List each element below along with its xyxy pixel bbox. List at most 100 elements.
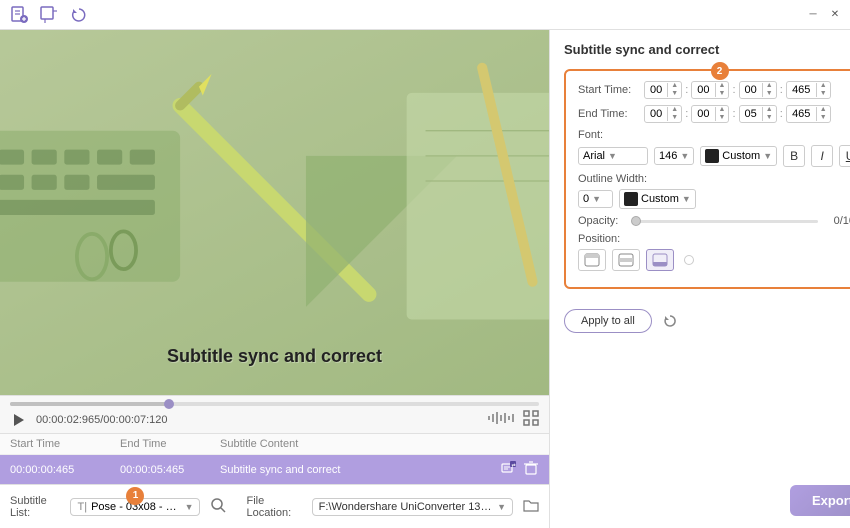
end-sec-arrows[interactable]: ▲ ▼	[763, 106, 776, 122]
close-button[interactable]: ✕	[828, 8, 842, 22]
file-location-label: File Location:	[246, 495, 301, 519]
font-size-select[interactable]: 146 ▼	[654, 147, 694, 165]
progress-track[interactable]	[10, 402, 539, 406]
up-arrow-icon[interactable]: ▲	[763, 106, 776, 114]
minimize-button[interactable]: ─	[806, 8, 820, 22]
end-hour-arrows[interactable]: ▲ ▼	[668, 106, 681, 122]
position-top-left-button[interactable]	[578, 249, 606, 271]
opacity-row: Opacity: 0/100	[578, 215, 850, 227]
start-min-val: 00	[692, 83, 715, 97]
subtitle-list-select[interactable]: T| Pose - 03x08 - Ser... ▼ 1	[70, 498, 200, 516]
video-area: Subtitle sync and correct	[0, 30, 549, 395]
down-arrow-icon[interactable]: ▼	[817, 90, 830, 98]
start-ms-spinner[interactable]: 465 ▲ ▼	[786, 81, 831, 99]
reset-icon[interactable]	[68, 4, 90, 26]
col-header-content: Subtitle Content	[220, 438, 539, 450]
end-hour-val: 00	[645, 107, 668, 121]
video-placeholder: Subtitle sync and correct	[0, 30, 549, 395]
end-ms-spinner[interactable]: 465 ▲ ▼	[786, 105, 831, 123]
up-arrow-icon[interactable]: ▲	[716, 106, 729, 114]
progress-thumb	[164, 399, 174, 409]
outline-color-value: Custom	[641, 193, 679, 205]
time-sep-5: :	[732, 108, 735, 120]
opacity-value: 0/100	[826, 215, 850, 227]
play-button[interactable]	[10, 411, 28, 429]
outline-section-label: Outline Width:	[578, 173, 850, 185]
font-chevron-icon: ▼	[608, 151, 617, 161]
table-header: Start Time End Time Subtitle Content	[0, 434, 549, 455]
table-row[interactable]: 00:00:00:465 00:00:05:465 Subtitle sync …	[0, 455, 549, 484]
delete-row-icon[interactable]	[523, 460, 539, 479]
titlebar-left	[8, 4, 90, 26]
opacity-slider[interactable]	[636, 220, 818, 223]
up-arrow-icon[interactable]: ▲	[716, 82, 729, 90]
sync-box: 2 Start Time: 00 ▲ ▼ : 00	[564, 69, 850, 289]
apply-to-all-button[interactable]: Apply to all	[564, 309, 652, 333]
end-min-spinner[interactable]: 00 ▲ ▼	[691, 105, 729, 123]
bold-button[interactable]: B	[783, 145, 805, 167]
down-arrow-icon[interactable]: ▼	[763, 114, 776, 122]
up-arrow-icon[interactable]: ▲	[817, 82, 830, 90]
start-sec-spinner[interactable]: 00 ▲ ▼	[739, 81, 777, 99]
up-arrow-icon[interactable]: ▲	[668, 106, 681, 114]
up-arrow-icon[interactable]: ▲	[668, 82, 681, 90]
progress-fill	[10, 402, 169, 406]
up-arrow-icon[interactable]: ▲	[817, 106, 830, 114]
start-min-spinner[interactable]: 00 ▲ ▼	[691, 81, 729, 99]
down-arrow-icon[interactable]: ▼	[716, 114, 729, 122]
time-sep-4: :	[685, 108, 688, 120]
refresh-icon[interactable]	[660, 311, 680, 331]
outline-chevron-icon: ▼	[592, 194, 601, 204]
end-ms-arrows[interactable]: ▲ ▼	[817, 106, 830, 122]
start-time-row: Start Time: 00 ▲ ▼ : 00 ▲ ▼	[578, 81, 850, 99]
titlebar-right: ─ ✕	[806, 8, 842, 22]
italic-button[interactable]: I	[811, 145, 833, 167]
end-hour-spinner[interactable]: 00 ▲ ▼	[644, 105, 682, 123]
up-arrow-icon[interactable]: ▲	[763, 82, 776, 90]
fullscreen-icon[interactable]	[523, 410, 539, 429]
down-arrow-icon[interactable]: ▼	[763, 90, 776, 98]
subtitle-table: Start Time End Time Subtitle Content 00:…	[0, 433, 549, 484]
down-arrow-icon[interactable]: ▼	[716, 90, 729, 98]
outline-color-select[interactable]: Custom ▼	[619, 189, 696, 209]
start-sec-arrows[interactable]: ▲ ▼	[763, 82, 776, 98]
apply-row: Apply to all	[564, 309, 850, 333]
crop-icon[interactable]	[38, 4, 60, 26]
main-content: Subtitle sync and correct 00:00:02:965/0…	[0, 30, 850, 528]
font-size-value: 146	[659, 150, 677, 162]
font-color-select[interactable]: Custom ▼	[700, 146, 777, 166]
subtitle-overlay: Subtitle sync and correct	[167, 346, 382, 367]
file-path-text: F:\Wondershare UniConverter 13\SubEdi...	[319, 501, 493, 513]
new-file-icon[interactable]	[8, 4, 30, 26]
edit-row-icon[interactable]: ⇄	[501, 460, 517, 479]
down-arrow-icon[interactable]: ▼	[668, 90, 681, 98]
down-arrow-icon[interactable]: ▼	[668, 114, 681, 122]
size-chevron-icon: ▼	[680, 151, 689, 161]
time-display: 00:00:02:965/00:00:07:120	[36, 414, 168, 426]
end-sec-spinner[interactable]: 05 ▲ ▼	[739, 105, 777, 123]
waveform-icon[interactable]	[487, 411, 517, 428]
position-bottom-button[interactable]	[646, 249, 674, 271]
position-circle-icon[interactable]	[684, 255, 694, 265]
folder-icon[interactable]	[523, 497, 539, 516]
start-ms-arrows[interactable]: ▲ ▼	[817, 82, 830, 98]
outline-color-chevron-icon: ▼	[682, 194, 691, 204]
down-arrow-icon[interactable]: ▼	[817, 114, 830, 122]
end-time-row: End Time: 00 ▲ ▼ : 00 ▲ ▼	[578, 105, 850, 123]
start-min-arrows[interactable]: ▲ ▼	[716, 82, 729, 98]
outline-width-select[interactable]: 0 ▼	[578, 190, 613, 208]
end-time-label: End Time:	[578, 108, 640, 120]
subtitle-search-icon[interactable]	[210, 497, 226, 516]
playback-controls: 00:00:02:965/00:00:07:120	[10, 410, 539, 429]
subtitle-list-label: Subtitle List:	[10, 495, 60, 519]
start-hour-spinner[interactable]: 00 ▲ ▼	[644, 81, 682, 99]
row-end-time: 00:00:05:465	[120, 464, 220, 476]
position-center-button[interactable]	[612, 249, 640, 271]
underline-button[interactable]: U	[839, 145, 850, 167]
start-hour-arrows[interactable]: ▲ ▼	[668, 82, 681, 98]
export-button[interactable]: Export	[790, 485, 850, 516]
end-min-arrows[interactable]: ▲ ▼	[716, 106, 729, 122]
font-name-select[interactable]: Arial ▼	[578, 147, 648, 165]
outline-color-swatch	[624, 192, 638, 206]
badge-1: 1	[126, 487, 144, 505]
